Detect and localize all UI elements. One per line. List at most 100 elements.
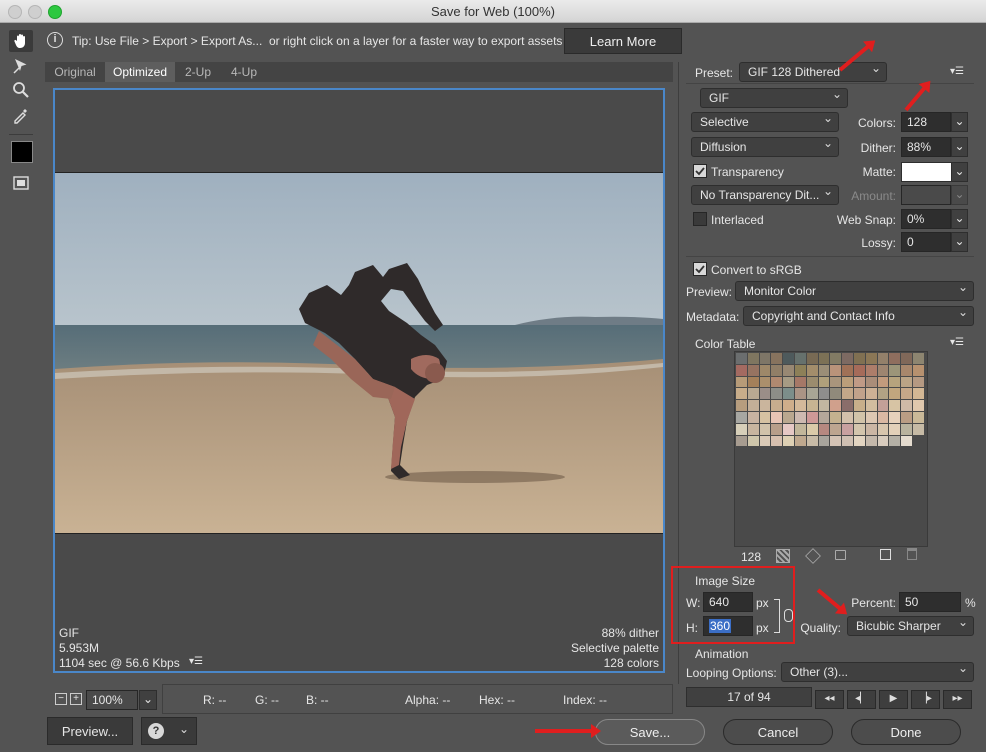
- color-swatch[interactable]: [877, 423, 889, 435]
- color-swatch[interactable]: [771, 412, 783, 423]
- color-swatch[interactable]: [842, 353, 853, 364]
- colors-input[interactable]: 128: [901, 112, 951, 132]
- color-swatch[interactable]: [842, 388, 853, 400]
- color-swatch[interactable]: [771, 423, 783, 435]
- file-format-select[interactable]: GIF: [700, 85, 848, 108]
- color-swatch[interactable]: [889, 423, 901, 435]
- matte-color-swatch[interactable]: [901, 162, 953, 182]
- color-swatch[interactable]: [795, 423, 806, 435]
- color-swatch[interactable]: [818, 388, 830, 400]
- color-swatch[interactable]: [865, 435, 877, 447]
- color-swatch[interactable]: [818, 423, 830, 435]
- color-swatch[interactable]: [783, 435, 794, 447]
- color-swatch[interactable]: [854, 353, 865, 364]
- color-swatch[interactable]: [889, 364, 901, 376]
- color-swatch[interactable]: [889, 388, 901, 400]
- color-swatch[interactable]: [783, 400, 794, 411]
- color-swatch[interactable]: [818, 376, 830, 388]
- color-swatch[interactable]: [747, 400, 759, 411]
- color-swatch[interactable]: [865, 400, 877, 411]
- color-swatch[interactable]: [877, 353, 889, 364]
- color-swatch[interactable]: [795, 412, 806, 423]
- transparency-checkbox[interactable]: [693, 164, 707, 178]
- color-swatch[interactable]: [783, 364, 794, 376]
- tab-2-up[interactable]: 2-Up: [175, 62, 221, 82]
- last-frame-icon[interactable]: ▸▸: [943, 690, 972, 709]
- color-swatch[interactable]: [806, 412, 818, 423]
- eyedropper-color-swatch[interactable]: [11, 141, 33, 163]
- color-swatch[interactable]: [771, 400, 783, 411]
- color-swatch[interactable]: [830, 353, 842, 364]
- color-swatch[interactable]: [913, 364, 924, 376]
- color-swatch[interactable]: [901, 412, 912, 423]
- download-speed-menu-icon[interactable]: ▾☰: [189, 656, 203, 667]
- color-swatch[interactable]: [747, 435, 759, 447]
- color-table-grid[interactable]: [734, 351, 928, 547]
- web-shift-icon[interactable]: [805, 548, 821, 564]
- percent-input[interactable]: 50: [899, 592, 961, 612]
- color-swatch[interactable]: [747, 388, 759, 400]
- color-swatch[interactable]: [759, 388, 771, 400]
- color-swatch[interactable]: [877, 435, 889, 447]
- color-swatch[interactable]: [830, 412, 842, 423]
- color-swatch[interactable]: [913, 400, 924, 411]
- interlaced-checkbox[interactable]: [693, 212, 707, 226]
- convert-srgb-checkbox[interactable]: [693, 262, 707, 276]
- metadata-select[interactable]: Copyright and Contact Info: [743, 303, 974, 326]
- dither-input[interactable]: 88%: [901, 137, 951, 157]
- color-swatch[interactable]: [865, 423, 877, 435]
- color-swatch[interactable]: [877, 364, 889, 376]
- color-swatch[interactable]: [877, 388, 889, 400]
- tab-original[interactable]: Original: [45, 62, 105, 82]
- lock-color-icon[interactable]: [835, 550, 846, 560]
- color-swatch[interactable]: [913, 388, 924, 400]
- cancel-button[interactable]: Cancel: [723, 719, 833, 745]
- done-button[interactable]: Done: [851, 719, 961, 745]
- tab-optimized[interactable]: Optimized: [105, 62, 175, 82]
- color-swatch[interactable]: [889, 400, 901, 411]
- color-swatch[interactable]: [783, 412, 794, 423]
- transparency-dither-select[interactable]: No Transparency Dit...: [691, 182, 839, 205]
- color-swatch[interactable]: [854, 400, 865, 411]
- color-swatch[interactable]: [818, 435, 830, 447]
- color-swatch[interactable]: [889, 376, 901, 388]
- color-swatch[interactable]: [901, 435, 912, 447]
- color-swatch[interactable]: [865, 376, 877, 388]
- slice-select-tool-icon[interactable]: [9, 55, 33, 77]
- color-table-menu-icon[interactable]: ▾☰: [950, 337, 964, 348]
- color-swatch[interactable]: [830, 388, 842, 400]
- color-swatch[interactable]: [830, 423, 842, 435]
- dither-algorithm-select[interactable]: Diffusion: [691, 134, 839, 157]
- color-swatch[interactable]: [913, 376, 924, 388]
- color-swatch[interactable]: [854, 412, 865, 423]
- optimized-preview-canvas[interactable]: GIF 5.953M 1104 sec @ 56.6 Kbps ▾☰ 88% d…: [53, 88, 665, 673]
- zoom-in-icon[interactable]: +: [70, 693, 82, 705]
- color-swatch[interactable]: [759, 400, 771, 411]
- zoom-level-input[interactable]: 100%: [86, 690, 138, 710]
- color-swatch[interactable]: [830, 400, 842, 411]
- lossy-input[interactable]: 0: [901, 232, 951, 252]
- color-swatch[interactable]: [759, 353, 771, 364]
- color-swatch[interactable]: [759, 423, 771, 435]
- color-swatch[interactable]: [747, 412, 759, 423]
- color-swatch[interactable]: [818, 400, 830, 411]
- width-input[interactable]: 640: [703, 592, 753, 612]
- color-swatch[interactable]: [913, 423, 924, 435]
- color-swatch[interactable]: [854, 423, 865, 435]
- previous-frame-icon[interactable]: ◂▏: [847, 690, 876, 709]
- tab-4-up[interactable]: 4-Up: [221, 62, 267, 82]
- color-swatch[interactable]: [854, 376, 865, 388]
- color-swatch[interactable]: [865, 388, 877, 400]
- matte-chevron-down-icon[interactable]: ⌄: [951, 162, 968, 182]
- color-swatch[interactable]: [771, 376, 783, 388]
- color-swatch[interactable]: [736, 435, 747, 447]
- color-swatch[interactable]: [877, 400, 889, 411]
- web-snap-chevron-down-icon[interactable]: ⌄: [951, 209, 968, 229]
- trash-icon[interactable]: [907, 548, 917, 560]
- color-swatch[interactable]: [747, 364, 759, 376]
- color-swatch[interactable]: [759, 364, 771, 376]
- color-swatch[interactable]: [913, 412, 924, 423]
- color-swatch[interactable]: [795, 400, 806, 411]
- preview-color-select[interactable]: Monitor Color: [735, 278, 974, 301]
- lossy-chevron-down-icon[interactable]: ⌄: [951, 232, 968, 252]
